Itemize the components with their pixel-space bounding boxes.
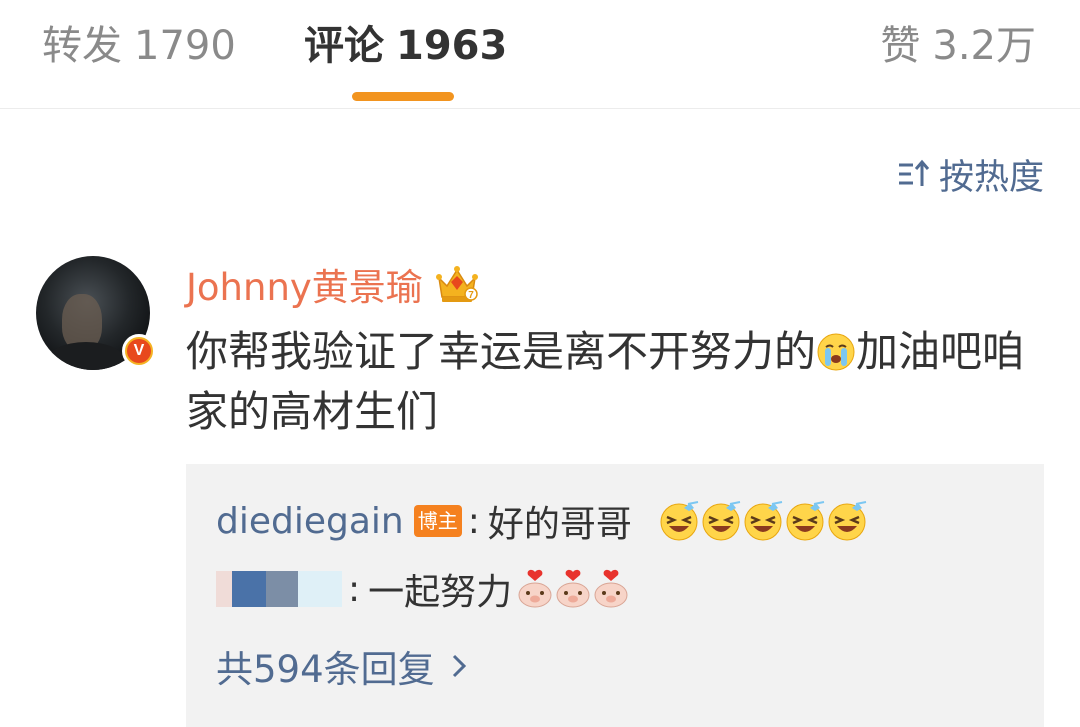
tab-comment[interactable]: 评论 1963 [304,18,507,74]
laughing-tears-emoji [828,501,867,541]
pig-heart-emoji [518,569,552,608]
laughing-tears-emoji [744,501,783,541]
laughing-tears-emoji [786,501,825,541]
verified-v-icon: V [122,334,156,368]
reply-emoji-row [658,500,868,542]
view-all-replies-link[interactable]: 共594条回复 [216,638,469,694]
laughing-tears-emoji [660,501,699,541]
reply-separator: : [348,568,361,610]
tab-forward-label: 转发 [42,23,122,69]
blur-segment [266,571,298,607]
reply-username[interactable]: diediegain [216,501,404,542]
svg-text:7: 7 [468,290,474,301]
sort-by-hot-button[interactable]: 按热度 [897,152,1044,198]
comment-body: 你帮我验证了幸运是离不开努力的 加油吧咱家的高材生们 [186,322,1036,442]
reply-item: : 一起努力 [216,562,630,616]
reply-emoji-row [516,569,630,609]
tab-like[interactable]: 赞 3.2万 [880,18,1036,74]
tab-bar: 转发 1790 评论 1963 赞 3.2万 [0,0,1080,109]
pig-heart-emoji [594,569,628,608]
tab-like-count: 3.2万 [932,23,1036,69]
tab-forward-count: 1790 [134,23,236,69]
blur-segment [232,571,266,607]
reply-item: diediegain 博主 : 好的哥哥 [216,494,868,548]
reply-text: 好的哥哥 [487,504,632,545]
blur-segment [298,571,342,607]
tab-comment-count: 1963 [396,23,508,69]
verified-v-mark: V [127,339,151,363]
commenter-username[interactable]: Johnny黄景瑜 [186,257,423,311]
weibo-comment-page: 转发 1790 评论 1963 赞 3.2万 按热度 V Johnny黄景瑜 7… [0,0,1080,727]
reply-separator: : [467,500,480,542]
crying-emoji [817,333,855,371]
blurred-username[interactable] [216,569,342,609]
reply-text: 一起努力 [368,572,513,613]
tab-forward[interactable]: 转发 1790 [42,18,236,74]
host-badge: 博主 [413,505,462,537]
tab-comment-label: 评论 [304,23,384,69]
crown-icon: 7 [435,266,478,302]
avatar-shoulder [46,342,126,370]
replies-box: diediegain 博主 : 好的哥哥 : 一起努力 共594条回复 [186,464,1044,727]
comment-text-part-1: 你帮我验证了幸运是离不开努力的 [186,327,817,376]
active-tab-indicator [352,92,454,101]
tab-like-label: 赞 [880,23,921,69]
commenter-name-row: Johnny黄景瑜 7 [186,258,479,310]
chevron-right-icon [452,654,466,678]
blur-segment [216,571,232,607]
sort-icon [898,159,930,186]
laughing-tears-emoji [702,501,741,541]
pig-heart-emoji [556,569,590,608]
more-replies-label: 共594条回复 [216,648,435,691]
sort-label: 按热度 [938,157,1044,198]
commenter-avatar[interactable]: V [36,256,156,372]
